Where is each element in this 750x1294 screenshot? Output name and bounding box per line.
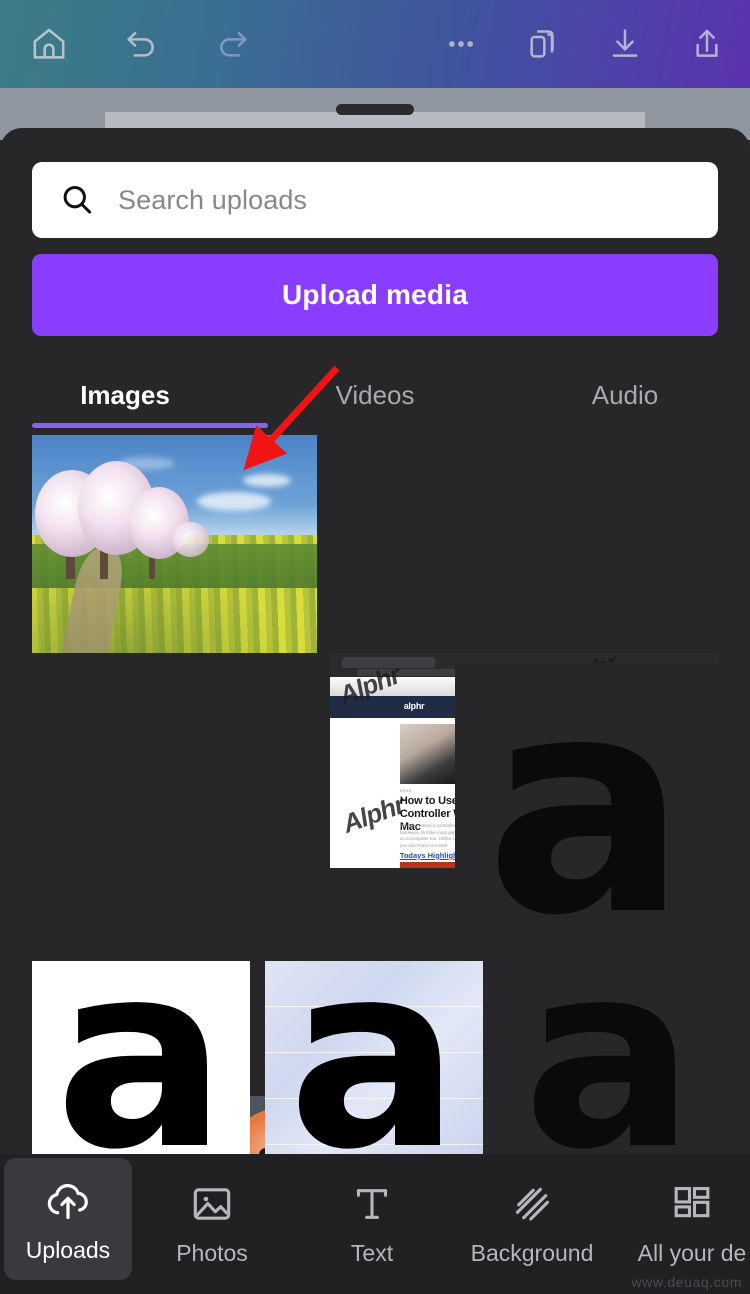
alphr-logo: alphr bbox=[403, 700, 425, 711]
bottom-nav-items: Uploads Photos Text Background All your … bbox=[0, 1154, 750, 1290]
upload-thumb-blossom-field[interactable] bbox=[32, 435, 317, 653]
nav-label-background: Background bbox=[470, 1239, 594, 1266]
bottom-navigation: Uploads Photos Text Background All your … bbox=[0, 1154, 750, 1294]
uploads-panel: Search uploads Upload media Images Video… bbox=[0, 128, 750, 1154]
image-icon bbox=[186, 1178, 238, 1230]
letter-a-glyph: a bbox=[522, 961, 696, 1154]
hero-kicker: READ bbox=[399, 788, 412, 794]
redo-icon[interactable] bbox=[202, 13, 264, 75]
share-icon[interactable] bbox=[676, 13, 738, 75]
undo-icon[interactable] bbox=[110, 13, 172, 75]
nav-label-uploads: Uploads bbox=[25, 1236, 111, 1263]
blossom-bush bbox=[171, 522, 209, 558]
grid-icon bbox=[666, 1178, 718, 1230]
tab-images[interactable]: Images bbox=[0, 366, 250, 424]
uploads-tabs: Images Videos Audio bbox=[0, 366, 750, 424]
nav-item-photos[interactable]: Photos bbox=[132, 1154, 292, 1290]
letter-a-glyph: a bbox=[54, 961, 228, 1154]
bottom-card bbox=[399, 861, 462, 868]
hatch-pattern-icon bbox=[506, 1178, 558, 1230]
tab-videos[interactable]: Videos bbox=[250, 366, 500, 424]
more-options-icon[interactable] bbox=[430, 13, 492, 75]
sheet-drag-handle[interactable] bbox=[336, 104, 414, 115]
search-input-placeholder[interactable]: Search uploads bbox=[118, 185, 307, 216]
upload-thumb-letter-a-transparent[interactable]: a bbox=[455, 663, 718, 951]
upload-thumb-letter-a-transparent-2[interactable]: a bbox=[500, 961, 718, 1154]
letter-a-glyph: a bbox=[287, 961, 461, 1154]
nav-item-background[interactable]: Background bbox=[452, 1154, 612, 1290]
site-watermark: www.deuaq.com bbox=[631, 1274, 742, 1290]
search-icon bbox=[58, 181, 96, 219]
upload-media-button[interactable]: Upload media bbox=[32, 254, 718, 336]
upload-thumb-letter-a-geometric[interactable]: a bbox=[265, 961, 483, 1154]
text-icon bbox=[346, 1178, 398, 1230]
editor-topbar bbox=[0, 0, 750, 88]
nav-item-uploads[interactable]: Uploads bbox=[4, 1158, 132, 1280]
uploads-grid: alphr Gaming PC & Mobile Social Media In… bbox=[0, 435, 750, 1154]
nav-label-text: Text bbox=[350, 1239, 394, 1266]
topbar-right-group bbox=[430, 13, 750, 75]
tab-audio[interactable]: Audio bbox=[500, 366, 750, 424]
alphr-watermark: Alphr bbox=[338, 789, 408, 840]
cloud-upload-icon bbox=[42, 1175, 94, 1227]
topbar-left-group bbox=[0, 13, 264, 75]
cloud-shape bbox=[197, 491, 272, 512]
nav-item-all-your-designs[interactable]: All your de bbox=[612, 1154, 750, 1290]
upload-thumb-letter-a-white[interactable]: a bbox=[32, 961, 250, 1154]
nav-item-text[interactable]: Text bbox=[292, 1154, 452, 1290]
nav-label-photos: Photos bbox=[176, 1239, 248, 1266]
download-icon[interactable] bbox=[594, 13, 656, 75]
screen: Search uploads Upload media Images Video… bbox=[0, 0, 750, 1294]
pages-icon[interactable] bbox=[512, 13, 574, 75]
letter-a-glyph: a bbox=[485, 663, 688, 951]
cloud-shape bbox=[242, 474, 292, 488]
nav-label-all-your-designs: All your de bbox=[637, 1239, 747, 1266]
search-uploads-bar[interactable]: Search uploads bbox=[32, 162, 718, 238]
active-tab-indicator bbox=[32, 423, 268, 428]
home-icon[interactable] bbox=[18, 13, 80, 75]
